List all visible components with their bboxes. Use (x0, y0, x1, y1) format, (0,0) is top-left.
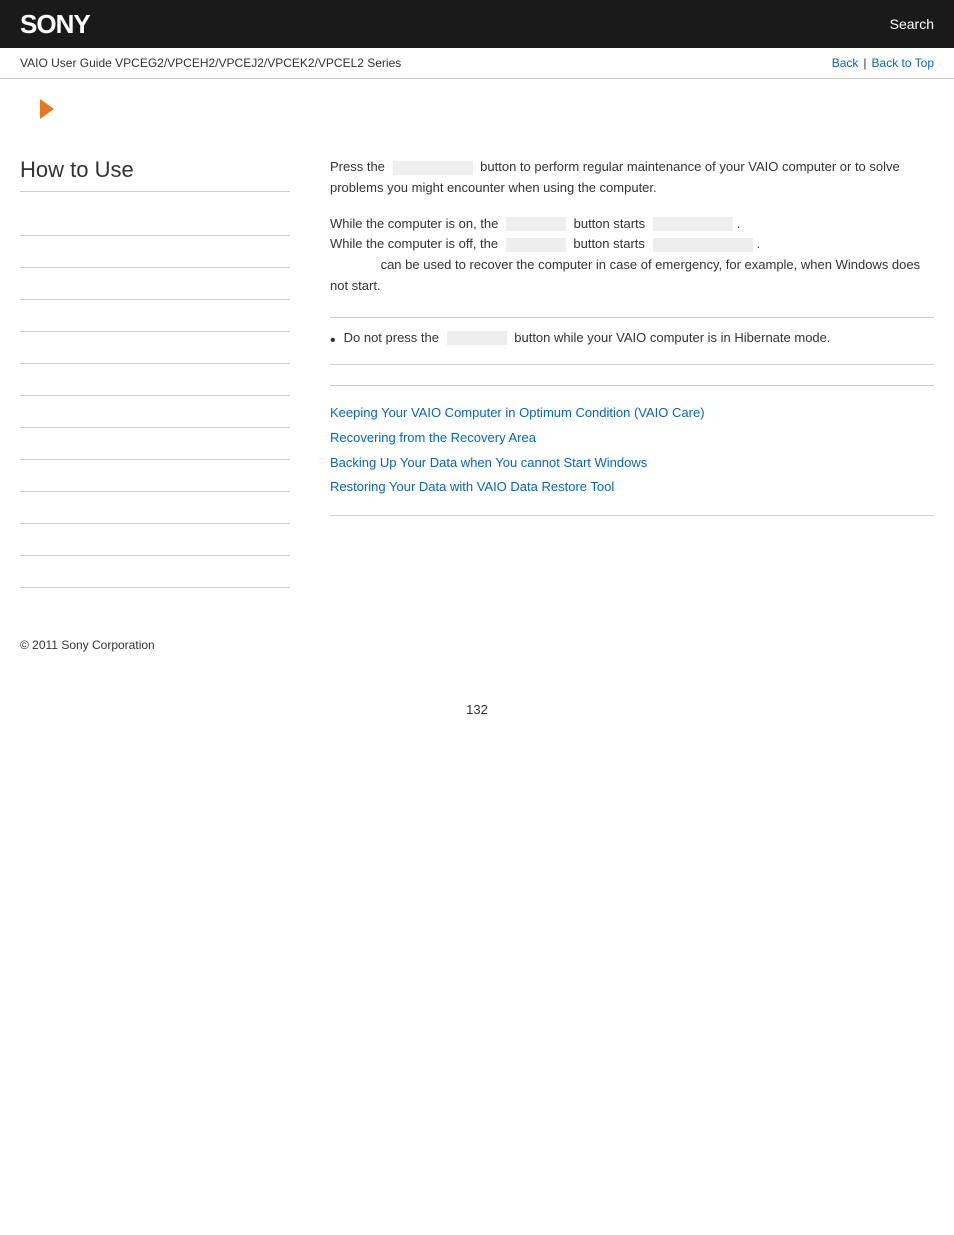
nav-separator: | (863, 56, 866, 70)
search-button[interactable]: Search (890, 16, 934, 32)
sidebar-nav-item[interactable] (20, 492, 290, 524)
sony-logo: SONY (20, 9, 90, 40)
content-wrapper: How to Use Press the button to perform r… (0, 137, 954, 608)
sidebar-nav-item[interactable] (20, 556, 290, 588)
sidebar: How to Use (20, 157, 310, 588)
links-section: Keeping Your VAIO Computer in Optimum Co… (330, 385, 934, 516)
button-placeholder-4 (447, 331, 507, 345)
link-recovery-area[interactable]: Recovering from the Recovery Area (330, 426, 934, 451)
sidebar-title: How to Use (20, 157, 290, 192)
header: SONY Search (0, 0, 954, 48)
app-placeholder-1 (653, 217, 733, 231)
footer-copyright: © 2011 Sony Corporation (0, 608, 954, 662)
button-placeholder-3 (506, 238, 566, 252)
sidebar-nav-item[interactable] (20, 268, 290, 300)
guide-title: VAIO User Guide VPCEG2/VPCEH2/VPCEJ2/VPC… (20, 56, 401, 70)
sidebar-nav-item[interactable] (20, 364, 290, 396)
note-text: Do not press the button while your VAIO … (344, 330, 831, 346)
page-number: 132 (466, 702, 488, 717)
main-paragraph-2: While the computer is on, the button sta… (330, 214, 934, 297)
sidebar-nav-item[interactable] (20, 300, 290, 332)
link-backup-data[interactable]: Backing Up Your Data when You cannot Sta… (330, 451, 934, 476)
link-restore-tool[interactable]: Restoring Your Data with VAIO Data Resto… (330, 475, 934, 500)
note-item: • Do not press the button while your VAI… (330, 330, 934, 352)
note-box: • Do not press the button while your VAI… (330, 317, 934, 365)
sidebar-nav-item[interactable] (20, 396, 290, 428)
sidebar-nav-item[interactable] (20, 204, 290, 236)
main-paragraph-1: Press the button to perform regular main… (330, 157, 934, 199)
chevron-right-icon (40, 99, 54, 119)
sidebar-nav-item[interactable] (20, 460, 290, 492)
link-vaio-care[interactable]: Keeping Your VAIO Computer in Optimum Co… (330, 401, 934, 426)
bullet-icon: • (330, 330, 336, 352)
sidebar-nav-item[interactable] (20, 524, 290, 556)
main-content: Press the button to perform regular main… (310, 157, 934, 588)
nav-bar: VAIO User Guide VPCEG2/VPCEH2/VPCEJ2/VPC… (0, 48, 954, 79)
sidebar-nav-item[interactable] (20, 332, 290, 364)
back-link[interactable]: Back (832, 56, 859, 70)
sidebar-nav-item[interactable] (20, 428, 290, 460)
button-placeholder-2 (506, 217, 566, 231)
nav-links: Back | Back to Top (832, 56, 934, 70)
page-number-container: 132 (0, 662, 954, 737)
back-to-top-link[interactable]: Back to Top (872, 56, 934, 70)
sidebar-nav-item[interactable] (20, 236, 290, 268)
copyright-text: © 2011 Sony Corporation (20, 638, 155, 652)
button-placeholder-1 (393, 161, 473, 175)
app-placeholder-2 (653, 238, 753, 252)
